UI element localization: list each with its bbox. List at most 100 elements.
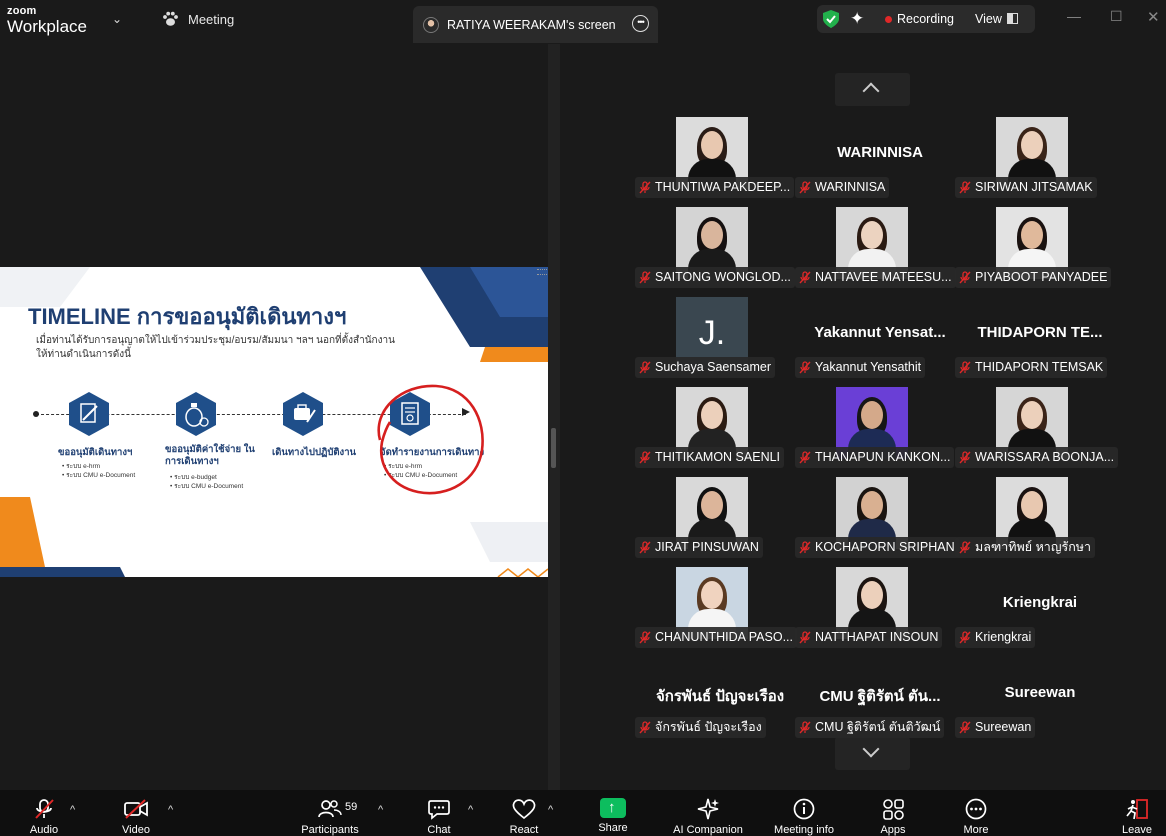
participant-tile[interactable]: จักรพันธ์ ปัญจะเรือง จักรพันธ์ ปัญจะเรือง [635, 657, 785, 739]
participant-name-tag: WARINNISA [795, 177, 890, 198]
participant-display-name: จักรพันธ์ ปัญจะเรือง [655, 688, 785, 705]
leave-button[interactable]: Leave [1120, 798, 1154, 836]
video-options-icon[interactable]: ^ [168, 804, 173, 816]
step-2-item: • ระบบ CMU e-Document [170, 483, 244, 490]
recording-label[interactable]: Recording [897, 12, 954, 26]
tab-meeting[interactable]: Meeting [162, 11, 234, 27]
participant-tile[interactable]: THUNTIWA PAKDEEP... [635, 117, 795, 199]
chat-button[interactable]: Chat [424, 798, 454, 836]
participant-name: NATTHAPAT INSOUN [815, 630, 939, 644]
participant-name: Kriengkrai [975, 630, 1032, 644]
tab-shared-screen[interactable]: RATIYA WEERAKAM's screen ••• [413, 6, 658, 43]
participant-name: CMU ฐิติรัตน์ ตันติวัฒน์ [815, 720, 941, 734]
participant-tile[interactable]: PIYABOOT PANYADEE [955, 207, 1112, 289]
audio-options-icon[interactable]: ^ [70, 804, 75, 816]
participant-tile[interactable]: WARISSARA BOONJA... [955, 387, 1119, 469]
participant-tile[interactable]: THANAPUN KANKON... [795, 387, 955, 469]
participant-tile[interactable]: SIRIWAN JITSAMAK [955, 117, 1105, 199]
participant-name: Yakannut Yensathit [815, 360, 922, 374]
apps-button[interactable]: Apps [877, 798, 909, 836]
participant-tile[interactable]: SAITONG WONGLOD... [635, 207, 795, 289]
participant-tile[interactable]: มลฑาทิพย์ หาญรักษา [955, 477, 1105, 559]
react-button[interactable]: React [508, 798, 540, 836]
participant-name: JIRAT PINSUWAN [655, 540, 759, 554]
participant-tile[interactable]: Kriengkrai Kriengkrai [955, 567, 1105, 649]
participants-options-icon[interactable]: ^ [378, 804, 383, 816]
ai-companion-button[interactable]: AI Companion [670, 798, 746, 836]
view-layout-icon[interactable] [1007, 13, 1018, 24]
mic-muted-icon [959, 181, 971, 194]
leave-label: Leave [1122, 824, 1152, 836]
participant-name-tag: WARISSARA BOONJA... [955, 447, 1119, 468]
zoom-logo[interactable]: zoom Workplace [7, 6, 87, 36]
step-1-item: • ระบบ CMU e-Document [62, 472, 136, 479]
minimize-icon[interactable]: — [1067, 8, 1081, 24]
participant-tile[interactable]: KOCHAPORN SRIPHAN [795, 477, 959, 559]
share-button[interactable]: Share [597, 798, 629, 834]
mic-muted-icon [799, 361, 811, 374]
participant-display-name: Sureewan [1004, 684, 1076, 701]
participant-tile[interactable]: JIRAT PINSUWAN [635, 477, 785, 559]
chat-options-icon[interactable]: ^ [468, 804, 473, 816]
participant-tile[interactable]: Yakannut Yensat... Yakannut Yensathit [795, 297, 946, 379]
resize-handle[interactable] [551, 428, 556, 468]
meeting-info-label: Meeting info [774, 824, 834, 836]
travel-briefcase-icon [283, 392, 323, 436]
more-options-icon[interactable]: ••• [632, 15, 649, 32]
gallery-page-up-button[interactable] [835, 73, 910, 106]
brand-bottom: Workplace [7, 17, 87, 36]
participant-tile[interactable]: J. Suchaya Saensamer [635, 297, 785, 379]
mic-muted-icon [959, 541, 971, 554]
meeting-info-button[interactable]: Meeting info [770, 798, 838, 836]
mic-muted-icon [959, 631, 971, 644]
apps-label: Apps [880, 824, 906, 836]
meeting-toolbar: Audio ^ Video ^ Participants ^ Chat ^ Re… [0, 790, 1166, 836]
participant-tile[interactable]: CHANUNTHIDA PASO... [635, 567, 797, 649]
participant-tile[interactable]: WARINNISA WARINNISA [795, 117, 945, 199]
close-icon[interactable]: ✕ [1147, 8, 1160, 26]
step-2-title: ขออนุมัติค่าใช้จ่าย ในการเดินทางฯ [165, 444, 255, 467]
participant-name-tag: PIYABOOT PANYADEE [955, 267, 1112, 288]
chevron-down-icon[interactable]: ⌄ [112, 12, 122, 26]
participant-name-tag: มลฑาทิพย์ หาญรักษา [955, 537, 1096, 558]
maximize-icon[interactable]: ☐ [1110, 8, 1123, 25]
participant-tile[interactable]: THIDAPORN TE... THIDAPORN TEMSAK [955, 297, 1108, 379]
ai-sparkle-icon [697, 798, 719, 820]
react-options-icon[interactable]: ^ [548, 804, 553, 816]
audio-button[interactable]: Audio [24, 798, 64, 836]
chevron-down-icon [862, 740, 880, 758]
video-label: Video [122, 824, 150, 836]
participant-name-tag: Suchaya Saensamer [635, 357, 776, 378]
participant-tile[interactable]: Sureewan Sureewan [955, 657, 1105, 739]
split-divider [548, 44, 560, 790]
paw-icon [163, 11, 178, 26]
view-button[interactable]: View [975, 12, 1002, 26]
mic-muted-icon [639, 451, 651, 464]
participant-name-tag: Sureewan [955, 717, 1036, 738]
participant-tile[interactable]: CMU ฐิติรัตน์ ตัน... CMU ฐิติรัตน์ ตันติว… [795, 657, 945, 739]
mic-muted-icon [799, 721, 811, 734]
gallery-page-down-button[interactable] [835, 737, 910, 770]
apps-icon [883, 799, 904, 820]
mic-muted-icon [799, 271, 811, 284]
video-button[interactable]: Video [116, 798, 156, 836]
ai-sparkle-icon[interactable]: ✦ [850, 9, 864, 29]
more-button[interactable]: More [960, 798, 992, 836]
participant-name-tag: THANAPUN KANKON... [795, 447, 955, 468]
document-edit-icon [69, 392, 109, 436]
participant-name-tag: THIDAPORN TEMSAK [955, 357, 1108, 378]
participant-name-tag: จักรพันธ์ ปัญจะเรือง [635, 717, 766, 738]
participant-name-tag: JIRAT PINSUWAN [635, 537, 763, 558]
participant-tile[interactable]: NATTHAPAT INSOUN [795, 567, 945, 649]
participant-tile[interactable]: THITIKAMON SAENLI [635, 387, 785, 469]
info-icon [793, 798, 815, 820]
shield-check-icon[interactable] [823, 10, 839, 28]
step-1-item: • ระบบ e-hrm [62, 463, 101, 470]
tab-meeting-label: Meeting [188, 11, 235, 27]
annotation-circle [377, 384, 484, 495]
participant-name: WARISSARA BOONJA... [975, 450, 1115, 464]
participant-tile[interactable]: NATTAVEE MATEESU... [795, 207, 956, 289]
react-label: React [509, 824, 539, 836]
mic-muted-icon [799, 451, 811, 464]
mic-muted-icon [959, 361, 971, 374]
